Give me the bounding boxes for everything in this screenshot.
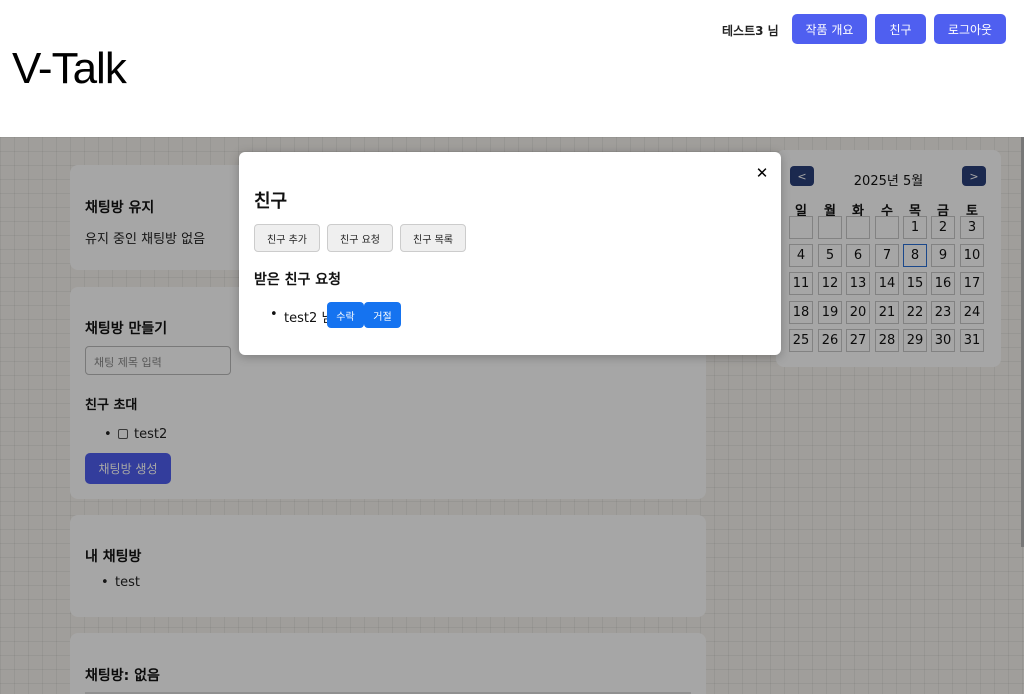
logout-button[interactable]: 로그아웃 <box>934 14 1006 44</box>
tab-add-friend[interactable]: 친구 추가 <box>254 224 320 252</box>
tab-friend-list[interactable]: 친구 목록 <box>400 224 466 252</box>
friends-button[interactable]: 친구 <box>875 14 926 44</box>
tab-friend-requests[interactable]: 친구 요청 <box>327 224 393 252</box>
reject-button[interactable]: 거절 <box>364 302 401 328</box>
request-item-name: test2 님 <box>270 307 333 326</box>
overview-button[interactable]: 작품 개요 <box>792 14 867 44</box>
received-requests-title: 받은 친구 요청 <box>254 272 342 288</box>
accept-button[interactable]: 수락 <box>327 302 364 328</box>
close-icon[interactable]: ✕ <box>755 164 769 182</box>
app-logo: V-Talk <box>12 44 127 93</box>
app-header: V-Talk 테스트3 님 작품 개요 친구 로그아웃 <box>0 0 1024 137</box>
user-name-label: 테스트3 님 <box>722 24 779 38</box>
friends-modal: ✕ 친구 친구 추가 친구 요청 친구 목록 받은 친구 요청 test2 님 … <box>239 152 781 355</box>
modal-title: 친구 <box>254 191 288 212</box>
